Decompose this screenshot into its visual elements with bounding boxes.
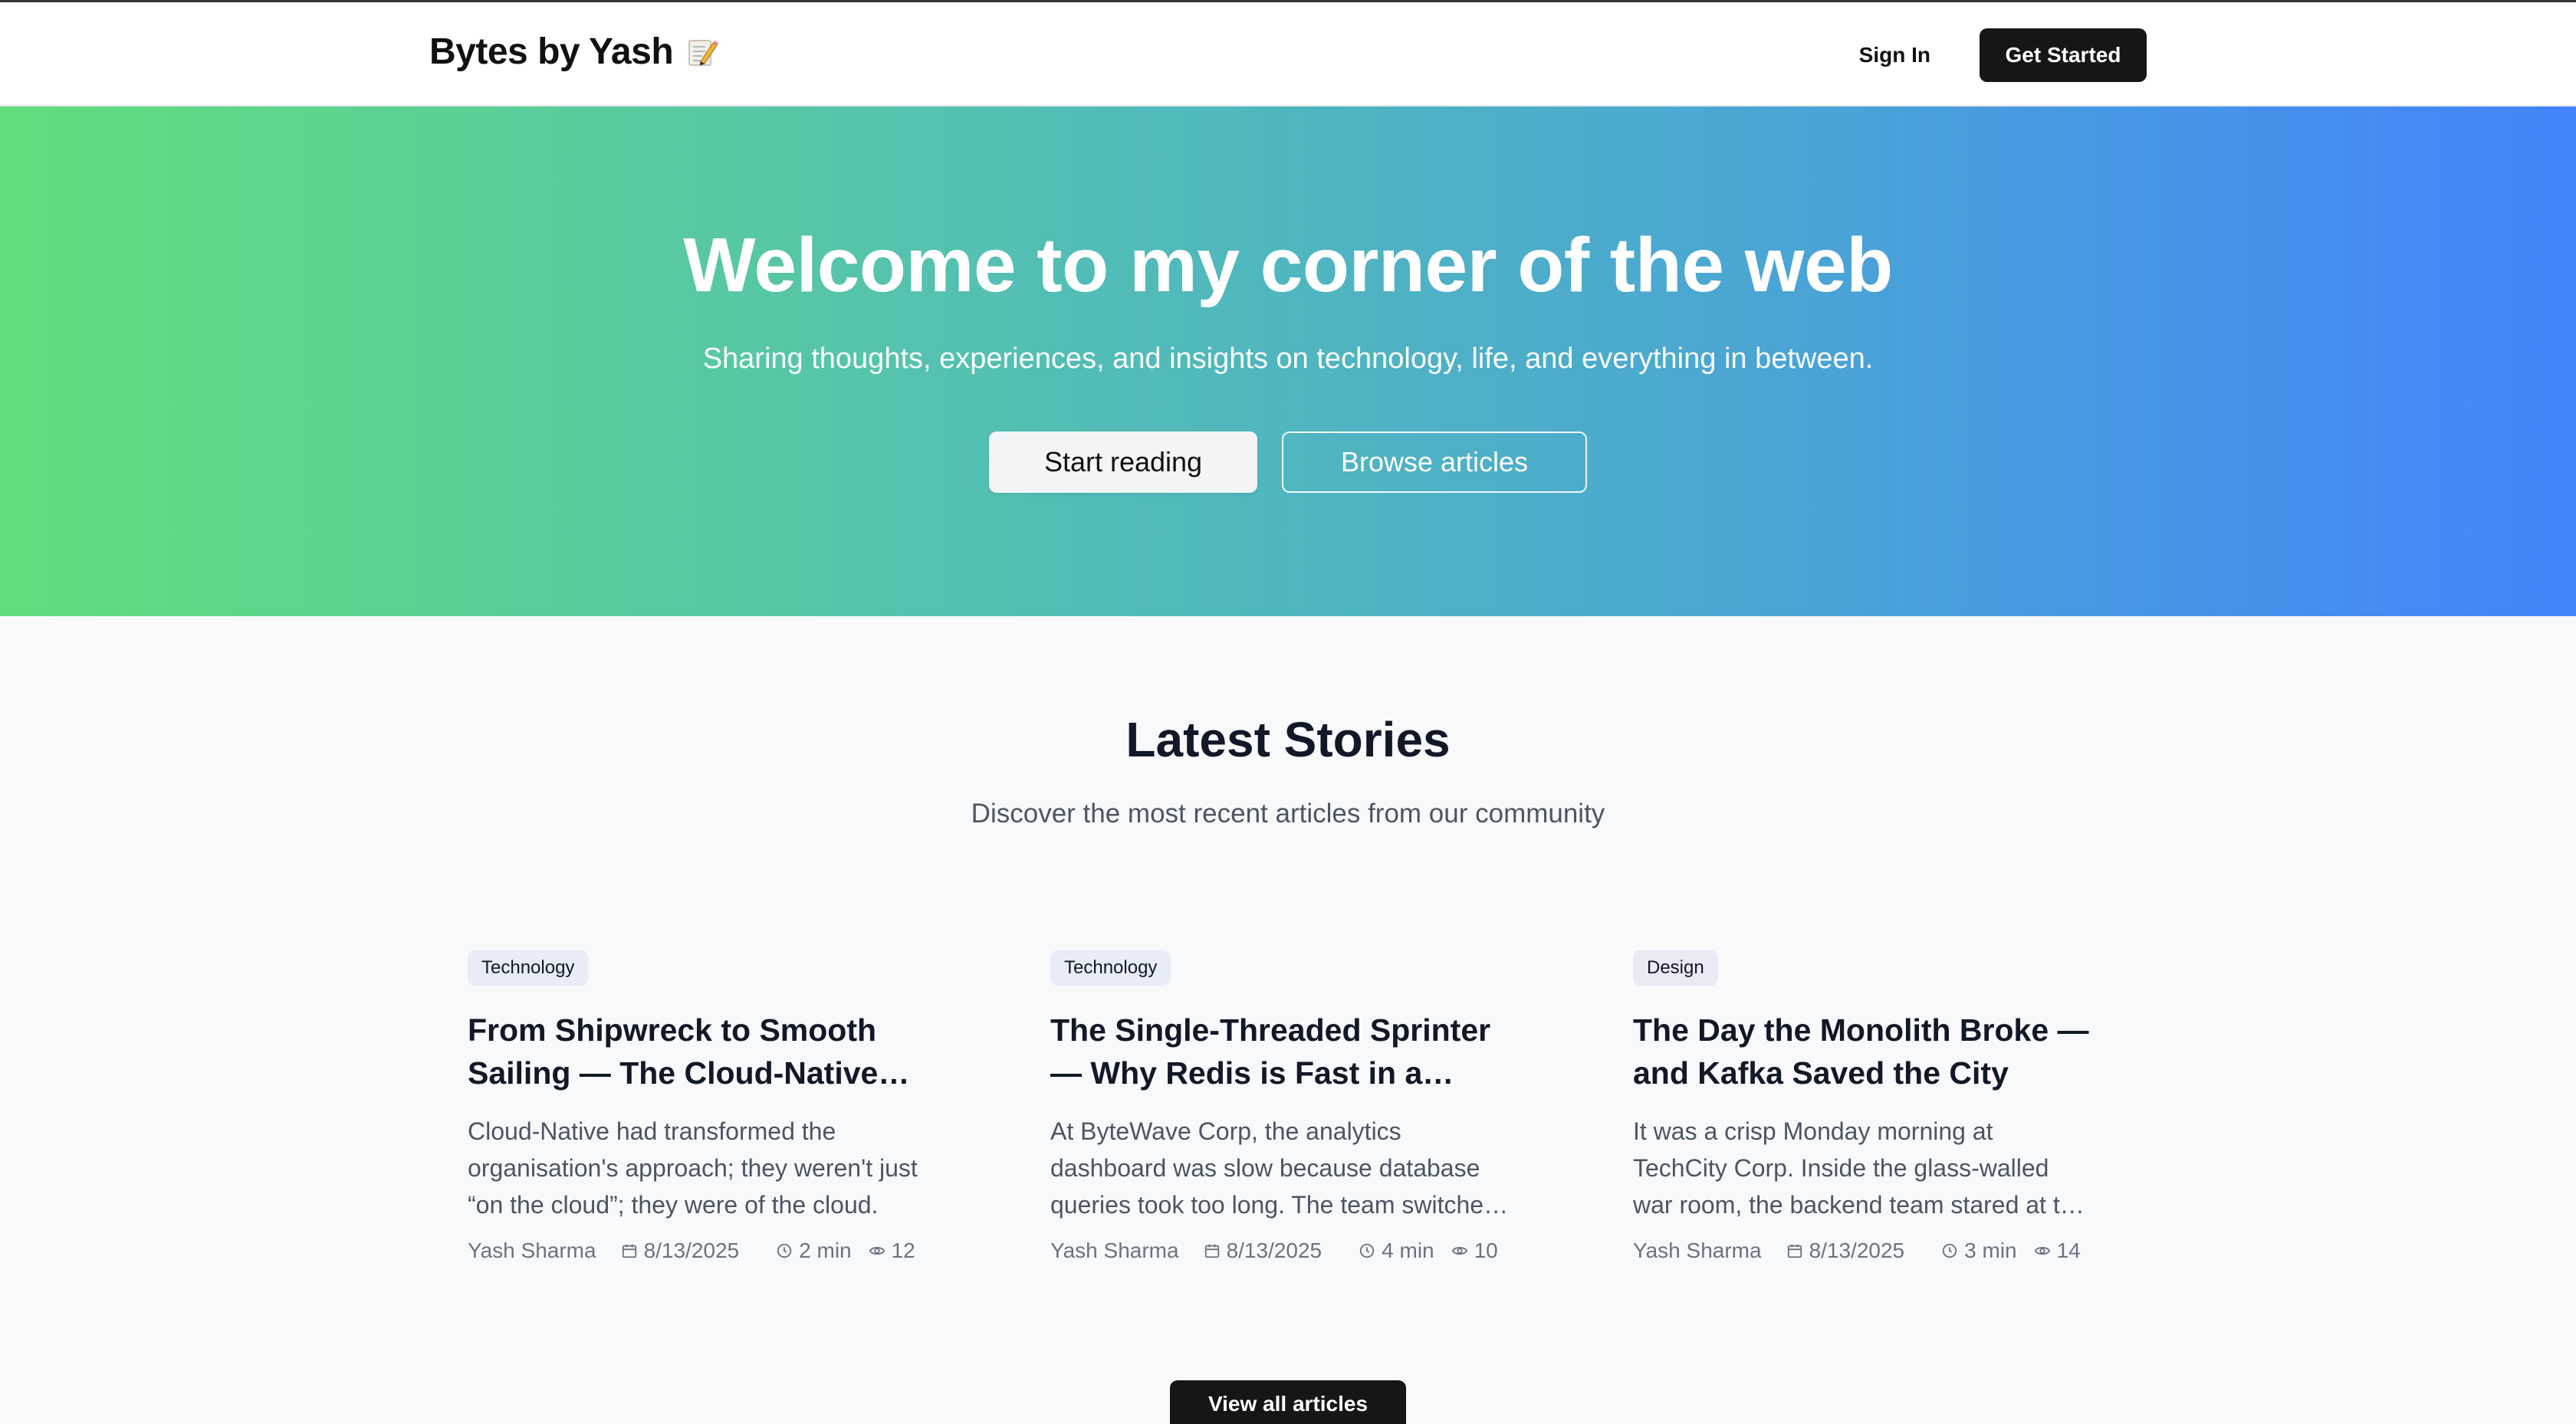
article-card[interactable]: Technology The Single-Threaded Sprinter … bbox=[1050, 950, 1510, 1263]
article-title[interactable]: From Shipwreck to Smooth Sailing — The C… bbox=[468, 1009, 928, 1094]
article-meta: Yash Sharma 8/13/2025 2 min 12 bbox=[468, 1239, 928, 1263]
publish-date: 8/13/2025 bbox=[1786, 1239, 1904, 1263]
eye-icon bbox=[869, 1246, 885, 1255]
author-name: Yash Sharma bbox=[468, 1239, 596, 1262]
brand-logo[interactable]: Bytes by Yash bbox=[429, 31, 719, 73]
view-count: 14 bbox=[2034, 1239, 2081, 1263]
article-card[interactable]: Technology From Shipwreck to Smooth Sail… bbox=[468, 950, 928, 1263]
hero-buttons: Start reading Browse articles bbox=[0, 431, 2576, 493]
category-badge[interactable]: Design bbox=[1633, 950, 1718, 986]
eye-icon bbox=[2034, 1246, 2050, 1255]
article-title[interactable]: The Day the Monolith Broke — and Kafka S… bbox=[1633, 1009, 2093, 1094]
memo-pencil-icon bbox=[685, 35, 719, 69]
brand-name[interactable]: Bytes by Yash bbox=[429, 31, 674, 73]
hero-section: Welcome to my corner of the web Sharing … bbox=[0, 107, 2576, 616]
clock-icon bbox=[777, 1243, 792, 1258]
publish-date: 8/13/2025 bbox=[1204, 1239, 1322, 1263]
author-name: Yash Sharma bbox=[1633, 1239, 1762, 1262]
clock-icon bbox=[1942, 1243, 1957, 1258]
clock-icon bbox=[1359, 1243, 1375, 1258]
calendar-icon bbox=[1204, 1244, 1219, 1258]
eye-icon bbox=[1451, 1246, 1467, 1255]
article-excerpt: It was a crisp Monday morning at TechCit… bbox=[1633, 1117, 2088, 1219]
get-started-button[interactable]: Get Started bbox=[1980, 28, 2147, 82]
sign-in-button[interactable]: Sign In bbox=[1859, 43, 1930, 67]
read-time: 3 min bbox=[1941, 1239, 2017, 1263]
hero-title: Welcome to my corner of the web bbox=[683, 222, 1893, 308]
article-list: Technology From Shipwreck to Smooth Sail… bbox=[468, 950, 2108, 1263]
calendar-icon bbox=[622, 1244, 636, 1258]
hero-subtitle: Sharing thoughts, experiences, and insig… bbox=[702, 343, 1874, 375]
category-badge[interactable]: Technology bbox=[1050, 950, 1171, 986]
section-title: Latest Stories bbox=[1125, 712, 1451, 767]
browse-articles-button[interactable]: Browse articles bbox=[1282, 431, 1587, 493]
article-card[interactable]: Design The Day the Monolith Broke — and … bbox=[1633, 950, 2093, 1263]
view-count: 12 bbox=[869, 1239, 915, 1263]
view-count: 10 bbox=[1451, 1239, 1498, 1263]
nav-actions: Sign In Get Started bbox=[1859, 28, 2147, 82]
article-excerpt: At ByteWave Corp, the analytics dashboar… bbox=[1050, 1117, 1497, 1219]
start-reading-button[interactable]: Start reading bbox=[989, 431, 1257, 493]
read-time: 4 min bbox=[1359, 1239, 1434, 1263]
top-navbar: Bytes by Yash Sign In Get Started bbox=[0, 0, 2576, 107]
article-meta: Yash Sharma 8/13/2025 4 min 10 bbox=[1050, 1239, 1510, 1263]
article-meta: Yash Sharma 8/13/2025 3 min 14 bbox=[1633, 1239, 2093, 1263]
article-excerpt: Cloud-Native had transformed the organis… bbox=[468, 1117, 918, 1219]
calendar-icon bbox=[1787, 1244, 1802, 1258]
view-all-articles-button[interactable]: View all articles bbox=[1170, 1380, 1406, 1424]
category-badge[interactable]: Technology bbox=[468, 950, 589, 986]
author-name: Yash Sharma bbox=[1050, 1239, 1179, 1262]
section-subtitle: Discover the most recent articles from o… bbox=[971, 799, 1605, 828]
read-time: 2 min bbox=[776, 1239, 852, 1263]
article-title[interactable]: The Single-Threaded Sprinter — Why Redis… bbox=[1050, 1009, 1510, 1094]
publish-date: 8/13/2025 bbox=[621, 1239, 739, 1263]
